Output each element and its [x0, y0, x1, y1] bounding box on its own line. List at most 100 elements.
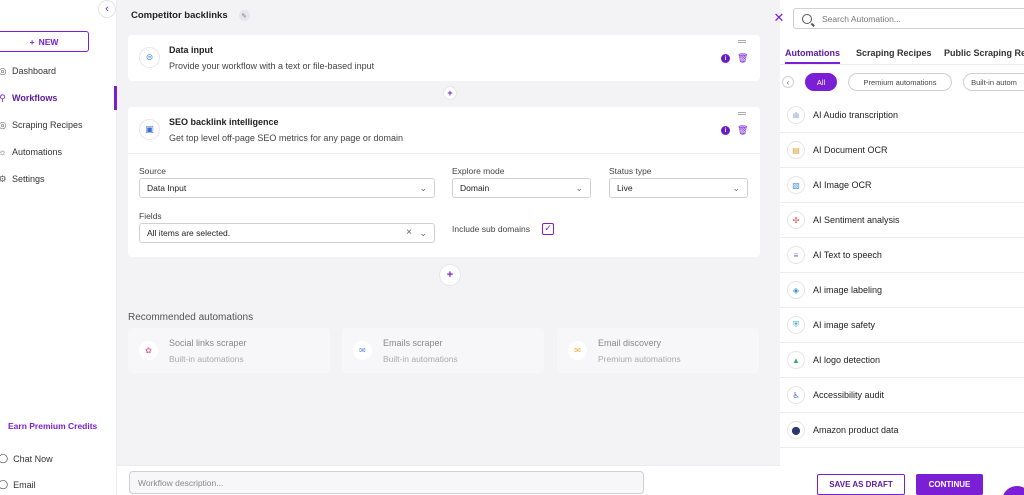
- tab-scraping-recipes[interactable]: Scraping Recipes: [856, 48, 932, 58]
- chip-built-in-automations[interactable]: Built-in autom: [963, 73, 1024, 91]
- list-item[interactable]: ▲ AI logo detection: [780, 343, 1024, 378]
- social-links-icon: ✿: [139, 341, 158, 360]
- step-card-seo-backlink[interactable]: ▣ SEO backlink intelligence Get top leve…: [128, 107, 760, 257]
- sidebar-item-settings[interactable]: ⚙ Settings: [0, 170, 117, 188]
- step-subtitle: Provide your workflow with a text or fil…: [169, 61, 375, 71]
- trash-icon[interactable]: 🗑: [737, 125, 748, 135]
- workflow-title: Competitor backlinks ✎: [131, 10, 250, 21]
- workflow-description-input[interactable]: [129, 471, 644, 494]
- search-automation-input[interactable]: [822, 13, 1022, 24]
- email-discovery-icon: ✉: [568, 341, 587, 360]
- step-title: SEO backlink intelligence: [169, 117, 279, 127]
- info-icon[interactable]: i: [721, 126, 730, 135]
- list-item[interactable]: ⛨ AI image safety: [780, 308, 1024, 343]
- check-icon: ✓: [544, 223, 552, 233]
- fields-select[interactable]: All items are selected. × ⌄: [139, 223, 435, 243]
- recommended-title: Recommended automations: [128, 312, 254, 323]
- image-icon: ▧: [787, 176, 805, 194]
- workflow-icon: ⚲: [0, 92, 6, 103]
- include-subdomains-label: Include sub domains: [452, 224, 530, 234]
- list-item[interactable]: ≡ AI Text to speech: [780, 238, 1024, 273]
- search-box[interactable]: [793, 8, 1024, 29]
- recommended-card-email-discovery[interactable]: ✉ Email discovery Premium automations: [557, 328, 759, 373]
- add-step-button[interactable]: +: [443, 86, 457, 100]
- list-item[interactable]: ✣ AI Sentiment analysis: [780, 203, 1024, 238]
- panel-footer: SAVE AS DRAFT CONTINUE: [780, 465, 1024, 495]
- list-item[interactable]: ılı AI Audio transcription: [780, 98, 1024, 133]
- chip-premium-automations[interactable]: Premium automations: [848, 73, 952, 91]
- recipe-icon: ◎: [0, 119, 7, 130]
- plus-icon: +: [29, 36, 35, 47]
- bulb-icon: ☼: [0, 147, 7, 157]
- explore-mode-select[interactable]: Domain ⌄: [452, 178, 591, 198]
- add-step-button[interactable]: +: [439, 264, 461, 286]
- sentiment-icon: ✣: [787, 211, 805, 229]
- chip-all[interactable]: All: [805, 73, 837, 91]
- source-label: Source: [139, 166, 166, 176]
- list-item[interactable]: ▧ AI Image OCR: [780, 168, 1024, 203]
- chevron-down-icon: ⌄: [575, 183, 583, 193]
- explore-mode-label: Explore mode: [452, 166, 505, 176]
- fields-label: Fields: [139, 211, 162, 221]
- tab-public-scraping-recipes[interactable]: Public Scraping Re: [944, 48, 1024, 58]
- data-input-icon: ⊜: [139, 47, 160, 68]
- edit-title-icon[interactable]: ✎: [238, 10, 250, 21]
- source-select[interactable]: Data Input ⌄: [139, 178, 435, 198]
- chevron-down-icon: ⌄: [419, 228, 427, 238]
- tab-automations[interactable]: Automations: [785, 48, 840, 64]
- include-subdomains-checkbox[interactable]: ✓: [542, 223, 554, 235]
- search-icon: [802, 13, 812, 24]
- list-item[interactable]: ⬤ Amazon product data: [780, 413, 1024, 448]
- document-icon: ▤: [787, 141, 805, 159]
- description-bar: [117, 465, 780, 495]
- speech-icon: ≡: [787, 246, 805, 264]
- clear-icon[interactable]: ×: [406, 227, 412, 238]
- plus-icon: +: [446, 269, 454, 281]
- status-type-select[interactable]: Live ⌄: [609, 178, 748, 198]
- sidebar-item-workflows[interactable]: ⚲ Workflows: [0, 86, 117, 110]
- sidebar: ‹ + NEW ◎ Dashboard ⚲ Workflows ◎ Scrapi…: [0, 0, 117, 495]
- list-item[interactable]: ▤ AI Document OCR: [780, 133, 1024, 168]
- audio-wave-icon: ılı: [787, 106, 805, 124]
- drag-handle-icon[interactable]: [738, 40, 746, 43]
- recommended-card-social-links[interactable]: ✿ Social links scraper Built-in automati…: [128, 328, 330, 373]
- automations-panel: ✕ Automations Scraping Recipes Public Sc…: [774, 0, 1024, 495]
- chevron-down-icon: ⌄: [419, 183, 427, 193]
- email-link[interactable]: ◯ Email: [0, 479, 36, 490]
- step-title: Data input: [169, 45, 213, 55]
- list-item[interactable]: ♿ Accessibility audit: [780, 378, 1024, 413]
- accessibility-icon: ♿: [787, 386, 805, 404]
- drag-handle-icon[interactable]: [738, 112, 746, 115]
- continue-button[interactable]: CONTINUE: [916, 474, 983, 495]
- chevron-left-icon: ‹: [105, 3, 109, 15]
- logo-icon: ▲: [787, 351, 805, 369]
- info-icon[interactable]: i: [721, 54, 730, 63]
- chat-now-link[interactable]: ◯ Chat Now: [0, 453, 53, 464]
- dashboard-icon: ◎: [0, 65, 7, 76]
- seo-backlink-icon: ▣: [139, 119, 160, 140]
- chevron-left-icon[interactable]: ‹: [782, 76, 794, 88]
- list-item[interactable]: ◈ AI image labeling: [780, 273, 1024, 308]
- amazon-icon: ⬤: [787, 421, 805, 439]
- status-type-label: Status type: [609, 166, 652, 176]
- collapse-sidebar-button[interactable]: ‹: [98, 0, 116, 18]
- sidebar-item-dashboard[interactable]: ◎ Dashboard: [0, 62, 117, 80]
- save-as-draft-button[interactable]: SAVE AS DRAFT: [817, 474, 905, 495]
- step-subtitle: Get top level off-page SEO metrics for a…: [169, 133, 403, 143]
- gear-icon: ⚙: [0, 173, 7, 184]
- step-settings: Source Data Input ⌄ Explore mode Domain …: [128, 153, 760, 256]
- earn-premium-credits-link[interactable]: Earn Premium Credits: [8, 421, 97, 431]
- mail-icon: ◯: [0, 479, 9, 489]
- new-button[interactable]: + NEW: [0, 31, 89, 52]
- automation-list: ılı AI Audio transcription ▤ AI Document…: [780, 98, 1024, 448]
- workflow-canvas: Competitor backlinks ✎ ⊜ Data input Prov…: [117, 0, 780, 495]
- sidebar-item-automations[interactable]: ☼ Automations: [0, 143, 117, 161]
- close-panel-icon[interactable]: ✕: [771, 10, 787, 26]
- trash-icon[interactable]: 🗑: [737, 53, 748, 63]
- recommended-card-emails-scraper[interactable]: ✉ Emails scraper Built-in automations: [342, 328, 544, 373]
- chevron-down-icon: ⌄: [732, 183, 740, 193]
- step-card-data-input[interactable]: ⊜ Data input Provide your workflow with …: [128, 35, 760, 81]
- shield-icon: ⛨: [787, 316, 805, 334]
- sidebar-item-scraping-recipes[interactable]: ◎ Scraping Recipes: [0, 116, 117, 134]
- chat-icon: ◯: [0, 453, 9, 463]
